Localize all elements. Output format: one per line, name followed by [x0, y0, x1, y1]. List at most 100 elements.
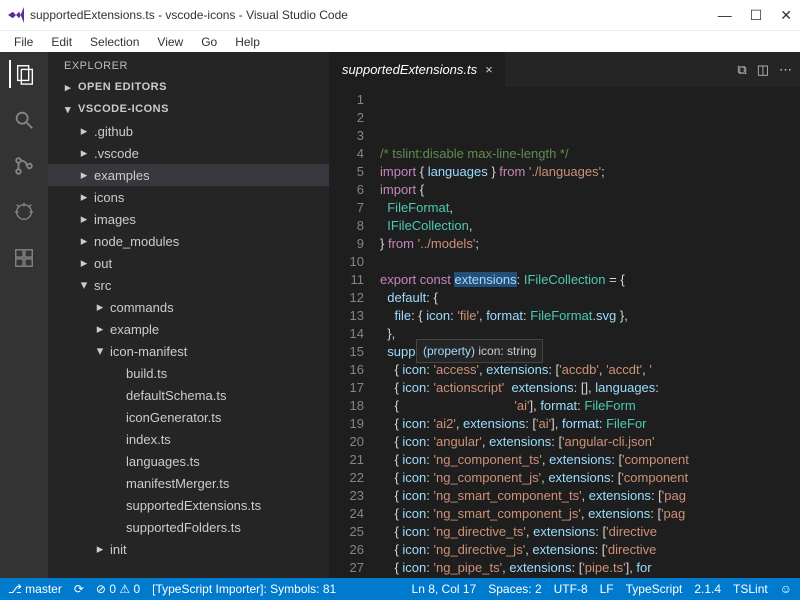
minimize-button[interactable]: —	[718, 7, 732, 24]
menu-view[interactable]: View	[149, 33, 191, 51]
chevron-icon: ▾	[78, 277, 90, 293]
tree-item-label: build.ts	[126, 366, 167, 381]
chevron-icon: ▸	[78, 145, 90, 161]
sync-icon[interactable]: ⟳	[74, 582, 84, 596]
code-line[interactable]: { icon: 'ai2', extensions: ['ai'], forma…	[380, 415, 800, 433]
code-line[interactable]: { icon: 'actionscript' extensions: [], l…	[380, 379, 800, 397]
tree-item[interactable]: ▸icons	[48, 186, 329, 208]
tree-item[interactable]: ▸images	[48, 208, 329, 230]
tree-item[interactable]: manifestMerger.ts	[48, 472, 329, 494]
code-line[interactable]: default: {	[380, 289, 800, 307]
tree-item[interactable]: ▾ src	[48, 274, 329, 296]
root-section[interactable]: ▾VSCODE-ICONS	[48, 98, 329, 120]
window-title: supportedExtensions.ts - vscode-icons - …	[30, 8, 348, 22]
encoding[interactable]: UTF-8	[554, 582, 588, 596]
code-line[interactable]: } from '../models';	[380, 235, 800, 253]
ts-version[interactable]: 2.1.4	[694, 582, 721, 596]
feedback-icon[interactable]: ☺	[780, 582, 792, 596]
code-line[interactable]: import {	[380, 181, 800, 199]
language-mode[interactable]: TypeScript	[626, 582, 683, 596]
maximize-button[interactable]: ☐	[750, 7, 763, 24]
close-tab-icon[interactable]: ×	[485, 62, 493, 77]
tree-item-label: init	[110, 542, 127, 557]
eol[interactable]: LF	[600, 582, 614, 596]
code-line[interactable]: { icon: 'ng_smart_component_ts', extensi…	[380, 487, 800, 505]
tree-item[interactable]: ▸examples	[48, 164, 329, 186]
tree-item[interactable]: ▸example	[48, 318, 329, 340]
tree-item[interactable]: ▸init	[48, 538, 329, 560]
code-line[interactable]: { icon: 'ng_directive_ts', extensions: […	[380, 523, 800, 541]
tree-item[interactable]: supportedExtensions.ts	[48, 494, 329, 516]
code-line[interactable]: /* tslint:disable max-line-length */	[380, 145, 800, 163]
editor-tab[interactable]: supportedExtensions.ts ×	[330, 52, 505, 87]
code-line[interactable]: export const extensions: IFileCollection…	[380, 271, 800, 289]
code-line[interactable]: { icon: 'angular', extensions: ['angular…	[380, 433, 800, 451]
tree-item[interactable]: ▸out	[48, 252, 329, 274]
code-line[interactable]: file: { icon: 'file', format: FileFormat…	[380, 307, 800, 325]
menu-go[interactable]: Go	[193, 33, 225, 51]
tree-item-label: iconGenerator.ts	[126, 410, 221, 425]
tree-item[interactable]: ▸node_modules	[48, 230, 329, 252]
code-content[interactable]: (property) icon: string /* tslint:disabl…	[374, 87, 800, 578]
code-line[interactable]: { icon: 'access', extensions: ['accdb', …	[380, 361, 800, 379]
debug-icon[interactable]	[10, 198, 38, 226]
tree-item[interactable]: ▸.github	[48, 120, 329, 142]
tree-item[interactable]: iconGenerator.ts	[48, 406, 329, 428]
titlebar: supportedExtensions.ts - vscode-icons - …	[0, 0, 800, 30]
tree-item[interactable]: build.ts	[48, 362, 329, 384]
warning-count: 0	[133, 582, 140, 596]
chevron-icon: ▸	[78, 167, 90, 183]
menu-help[interactable]: Help	[227, 33, 268, 51]
tab-bar: supportedExtensions.ts × ⧉ ◫ ⋯	[330, 52, 800, 87]
tree-item[interactable]: defaultSchema.ts	[48, 384, 329, 406]
menu-file[interactable]: File	[6, 33, 41, 51]
code-line[interactable]: { icon: 'ng_smart_component_js', extensi…	[380, 505, 800, 523]
explorer-icon[interactable]	[9, 60, 37, 88]
code-line[interactable]: { icon: 'ng_pipe_js', extensions: ['pipe…	[380, 577, 800, 578]
code-line[interactable]: { icon: 'ng_component_ts', extensions: […	[380, 451, 800, 469]
menu-selection[interactable]: Selection	[82, 33, 147, 51]
tree-item[interactable]: ▸commands	[48, 296, 329, 318]
line-gutter: 1234567891011121314151617181920212223242…	[330, 87, 374, 578]
tree-item[interactable]: ▸.vscode	[48, 142, 329, 164]
tree-item[interactable]: ▾icon-manifest	[48, 340, 329, 362]
code-line[interactable]: import { languages } from './languages';	[380, 163, 800, 181]
menu-edit[interactable]: Edit	[43, 33, 80, 51]
tslint-status[interactable]: TSLint	[733, 582, 768, 596]
code-line[interactable]: { icon: 'ng_pipe_ts', extensions: ['pipe…	[380, 559, 800, 577]
tree-item-label: icons	[94, 190, 124, 205]
tree-item-label: src	[94, 278, 111, 293]
errors-counter[interactable]: ⊘ 0 ⚠ 0	[96, 582, 140, 596]
cursor-position[interactable]: Ln 8, Col 17	[412, 582, 477, 596]
git-branch[interactable]: ⎇ master	[8, 582, 62, 596]
tree-item-label: defaultSchema.ts	[126, 388, 226, 403]
code-line[interactable]: { icon: 'ng_directive_js', extensions: […	[380, 541, 800, 559]
code-line[interactable]	[380, 253, 800, 271]
file-tree[interactable]: ▸OPEN EDITORS ▾VSCODE-ICONS ▸.github▸.vs…	[48, 76, 329, 578]
code-line[interactable]: { 'ai'], format: FileForm	[380, 397, 800, 415]
code-area[interactable]: 1234567891011121314151617181920212223242…	[330, 87, 800, 578]
open-editors-section[interactable]: ▸OPEN EDITORS	[48, 76, 329, 98]
sidebar-header: EXPLORER	[48, 52, 329, 76]
tree-item-label: manifestMerger.ts	[126, 476, 229, 491]
tree-item[interactable]: index.ts	[48, 428, 329, 450]
source-control-icon[interactable]	[10, 152, 38, 180]
split-editor-icon[interactable]: ⧉	[737, 62, 746, 78]
close-button[interactable]: ✕	[780, 7, 792, 24]
code-line[interactable]: FileFormat,	[380, 199, 800, 217]
ts-importer-status[interactable]: [TypeScript Importer]: Symbols: 81	[152, 582, 336, 596]
tree-item-label: node_modules	[94, 234, 179, 249]
code-line[interactable]: IFileCollection,	[380, 217, 800, 235]
more-actions-icon[interactable]: ⋯	[779, 62, 792, 78]
tab-title: supportedExtensions.ts	[342, 62, 477, 77]
hover-type: icon: string	[475, 344, 536, 358]
code-line[interactable]: { icon: 'ng_component_js', extensions: […	[380, 469, 800, 487]
search-icon[interactable]	[10, 106, 38, 134]
indent-spaces[interactable]: Spaces: 2	[488, 582, 541, 596]
chevron-icon: ▸	[78, 211, 90, 227]
error-count: 0	[109, 582, 116, 596]
tree-item[interactable]: supportedFolders.ts	[48, 516, 329, 538]
extensions-icon[interactable]	[10, 244, 38, 272]
tree-item[interactable]: languages.ts	[48, 450, 329, 472]
toggle-layout-icon[interactable]: ◫	[757, 62, 769, 78]
